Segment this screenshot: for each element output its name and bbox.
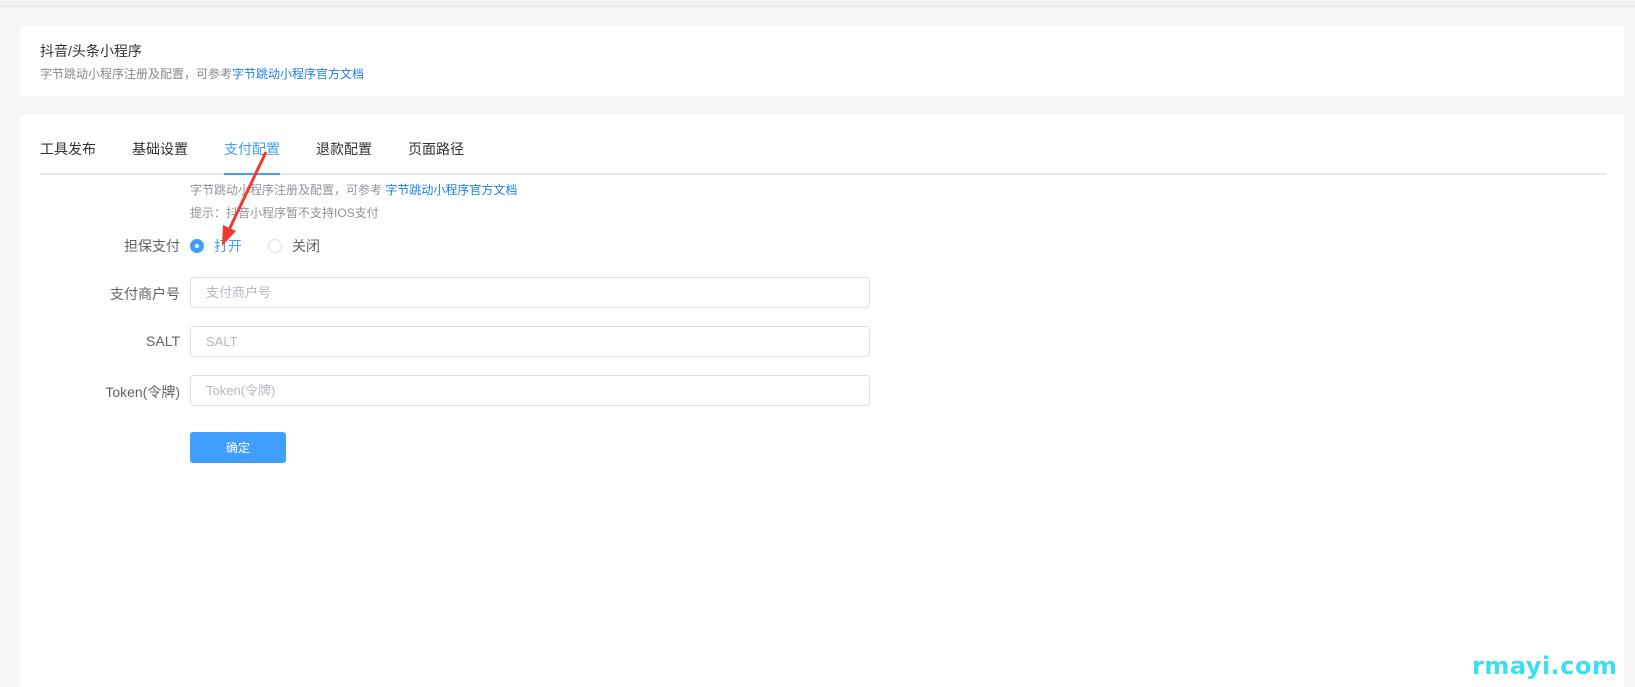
subtitle-text: 字节跳动小程序注册及配置，可参考 <box>40 67 233 81</box>
token-input[interactable] <box>190 375 870 406</box>
form-hint-docs: 字节跳动小程序注册及配置，可参考 字节跳动小程序官方文档 <box>190 181 517 198</box>
confirm-button[interactable]: 确定 <box>190 432 286 463</box>
page-subtitle: 字节跳动小程序注册及配置，可参考字节跳动小程序官方文档 <box>40 65 364 82</box>
hint-text: 字节跳动小程序注册及配置，可参考 <box>190 183 383 197</box>
page-title: 抖音/头条小程序 <box>40 43 142 59</box>
merchant-id-label: 支付商户号 <box>110 286 180 302</box>
salt-label: SALT <box>146 333 180 349</box>
header-card: 抖音/头条小程序 字节跳动小程序注册及配置，可参考字节跳动小程序官方文档 <box>20 26 1624 96</box>
merchant-id-input[interactable] <box>190 277 870 308</box>
radio-dot[interactable] <box>190 239 204 253</box>
top-bar <box>0 0 1635 7</box>
guarantee-pay-label: 担保支付 <box>124 238 180 254</box>
watermark-text: rmayi.com <box>1472 652 1618 680</box>
tab-refund-config[interactable]: 退款配置 <box>316 137 372 175</box>
radio-open-label: 打开 <box>214 238 242 254</box>
main-card: 工具发布 基础设置 支付配置 退款配置 页面路径 字节跳动小程序注册及配置，可参… <box>20 115 1624 687</box>
form-hint-ios: 提示：抖音小程序暂不支持IOS支付 <box>190 206 379 220</box>
token-label: Token(令牌) <box>105 384 180 400</box>
radio-close[interactable]: 关闭 <box>268 236 320 256</box>
tab-page-path[interactable]: 页面路径 <box>408 137 464 175</box>
radio-open[interactable]: 打开 <box>190 236 242 256</box>
official-docs-link[interactable]: 字节跳动小程序官方文档 <box>232 67 364 81</box>
tab-bar: 工具发布 基础设置 支付配置 退款配置 页面路径 <box>40 137 1606 175</box>
hint-docs-link[interactable]: 字节跳动小程序官方文档 <box>385 183 517 197</box>
salt-input[interactable] <box>190 326 870 357</box>
active-tab-indicator <box>224 173 280 175</box>
tab-basic-settings[interactable]: 基础设置 <box>132 137 188 175</box>
radio-close-label: 关闭 <box>292 238 320 254</box>
tab-tool-publish[interactable]: 工具发布 <box>40 137 96 175</box>
radio-dot[interactable] <box>268 239 282 253</box>
tab-payment-config[interactable]: 支付配置 <box>224 137 280 175</box>
